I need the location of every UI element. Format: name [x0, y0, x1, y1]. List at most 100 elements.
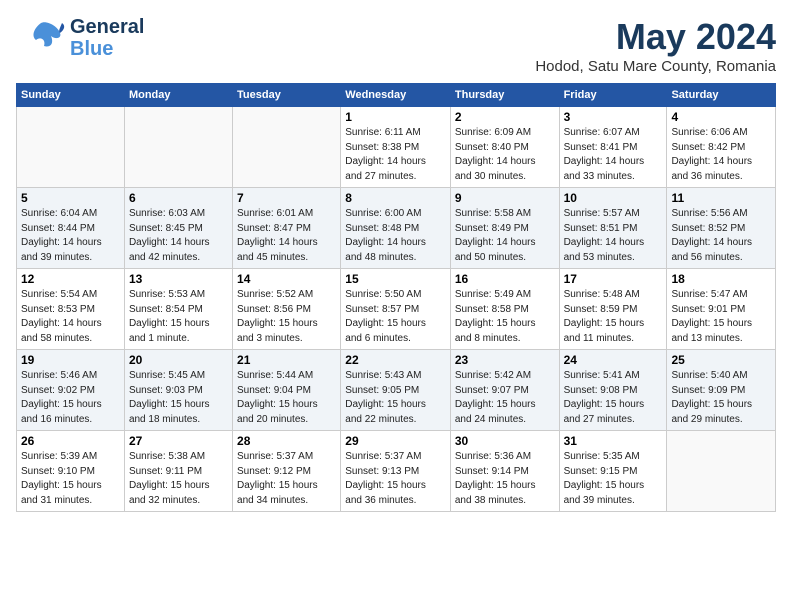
day-info: Sunrise: 5:53 AM Sunset: 8:54 PM Dayligh… [129, 288, 228, 346]
day-info: Sunrise: 5:40 AM Sunset: 9:09 PM Dayligh… [671, 369, 771, 427]
day-info: Sunrise: 5:36 AM Sunset: 9:14 PM Dayligh… [455, 450, 555, 508]
calendar-week-row: 5 Sunrise: 6:04 AM Sunset: 8:44 PM Daylig… [17, 188, 776, 269]
day-info: Sunrise: 5:50 AM Sunset: 8:57 PM Dayligh… [345, 288, 446, 346]
calendar-cell: 17 Sunrise: 5:48 AM Sunset: 8:59 PM Dayli… [559, 269, 667, 350]
day-number: 12 [21, 272, 120, 286]
day-number: 28 [237, 434, 336, 448]
day-number: 16 [455, 272, 555, 286]
day-number: 17 [564, 272, 663, 286]
calendar-cell: 5 Sunrise: 6:04 AM Sunset: 8:44 PM Daylig… [17, 188, 125, 269]
day-number: 5 [21, 191, 120, 205]
calendar-cell: 29 Sunrise: 5:37 AM Sunset: 9:13 PM Dayli… [341, 431, 451, 512]
weekday-header: Sunday [17, 84, 125, 107]
weekday-header: Friday [559, 84, 667, 107]
calendar-cell: 31 Sunrise: 5:35 AM Sunset: 9:15 PM Dayli… [559, 431, 667, 512]
day-number: 22 [345, 353, 446, 367]
day-info: Sunrise: 5:39 AM Sunset: 9:10 PM Dayligh… [21, 450, 120, 508]
calendar-cell: 11Sunrise: 5:56 AM Sunset: 8:52 PM Dayli… [667, 188, 776, 269]
day-info: Sunrise: 6:06 AM Sunset: 8:42 PM Dayligh… [671, 126, 771, 184]
day-info: Sunrise: 5:48 AM Sunset: 8:59 PM Dayligh… [564, 288, 663, 346]
day-number: 23 [455, 353, 555, 367]
day-number: 30 [455, 434, 555, 448]
day-info: Sunrise: 5:47 AM Sunset: 9:01 PM Dayligh… [671, 288, 771, 346]
weekday-header: Saturday [667, 84, 776, 107]
day-number: 8 [345, 191, 446, 205]
calendar-cell: 30 Sunrise: 5:36 AM Sunset: 9:14 PM Dayli… [450, 431, 559, 512]
day-info: Sunrise: 5:35 AM Sunset: 9:15 PM Dayligh… [564, 450, 663, 508]
calendar-cell: 9Sunrise: 5:58 AM Sunset: 8:49 PM Daylig… [450, 188, 559, 269]
day-info: Sunrise: 6:04 AM Sunset: 8:44 PM Dayligh… [21, 207, 120, 265]
calendar-cell: 16 Sunrise: 5:49 AM Sunset: 8:58 PM Dayli… [450, 269, 559, 350]
day-info: Sunrise: 5:44 AM Sunset: 9:04 PM Dayligh… [237, 369, 336, 427]
day-number: 18 [671, 272, 771, 286]
logo-general-text: General [70, 16, 144, 38]
weekday-header: Monday [124, 84, 232, 107]
day-info: Sunrise: 5:38 AM Sunset: 9:11 PM Dayligh… [129, 450, 228, 508]
calendar-cell: 1 Sunrise: 6:11 AM Sunset: 8:38 PM Daylig… [341, 107, 451, 188]
day-number: 15 [345, 272, 446, 286]
day-number: 26 [21, 434, 120, 448]
calendar-cell: 18 Sunrise: 5:47 AM Sunset: 9:01 PM Dayli… [667, 269, 776, 350]
weekday-header: Tuesday [233, 84, 341, 107]
calendar-cell: 6Sunrise: 6:03 AM Sunset: 8:45 PM Daylig… [124, 188, 232, 269]
day-number: 31 [564, 434, 663, 448]
calendar-cell: 24 Sunrise: 5:41 AM Sunset: 9:08 PM Dayli… [559, 350, 667, 431]
calendar-cell [667, 431, 776, 512]
calendar-cell: 15 Sunrise: 5:50 AM Sunset: 8:57 PM Dayli… [341, 269, 451, 350]
calendar-cell: 21 Sunrise: 5:44 AM Sunset: 9:04 PM Dayli… [233, 350, 341, 431]
day-info: Sunrise: 5:54 AM Sunset: 8:53 PM Dayligh… [21, 288, 120, 346]
logo-blue-text: Blue [70, 38, 144, 60]
calendar-cell: 26 Sunrise: 5:39 AM Sunset: 9:10 PM Dayli… [17, 431, 125, 512]
calendar-header-row: SundayMondayTuesdayWednesdayThursdayFrid… [17, 84, 776, 107]
calendar-cell [233, 107, 341, 188]
day-info: Sunrise: 5:46 AM Sunset: 9:02 PM Dayligh… [21, 369, 120, 427]
calendar-cell: 12 Sunrise: 5:54 AM Sunset: 8:53 PM Dayli… [17, 269, 125, 350]
logo: General Blue [16, 16, 144, 60]
day-info: Sunrise: 5:52 AM Sunset: 8:56 PM Dayligh… [237, 288, 336, 346]
calendar-cell: 2 Sunrise: 6:09 AM Sunset: 8:40 PM Daylig… [450, 107, 559, 188]
day-number: 10 [564, 191, 663, 205]
day-number: 2 [455, 110, 555, 124]
day-info: Sunrise: 6:01 AM Sunset: 8:47 PM Dayligh… [237, 207, 336, 265]
calendar-week-row: 19 Sunrise: 5:46 AM Sunset: 9:02 PM Dayli… [17, 350, 776, 431]
calendar-cell: 14Sunrise: 5:52 AM Sunset: 8:56 PM Dayli… [233, 269, 341, 350]
day-info: Sunrise: 5:42 AM Sunset: 9:07 PM Dayligh… [455, 369, 555, 427]
day-number: 3 [564, 110, 663, 124]
day-info: Sunrise: 5:57 AM Sunset: 8:51 PM Dayligh… [564, 207, 663, 265]
day-info: Sunrise: 6:00 AM Sunset: 8:48 PM Dayligh… [345, 207, 446, 265]
day-info: Sunrise: 5:56 AM Sunset: 8:52 PM Dayligh… [671, 207, 771, 265]
calendar-cell: 10 Sunrise: 5:57 AM Sunset: 8:51 PM Dayli… [559, 188, 667, 269]
day-number: 27 [129, 434, 228, 448]
day-number: 1 [345, 110, 446, 124]
calendar-cell: 20Sunrise: 5:45 AM Sunset: 9:03 PM Dayli… [124, 350, 232, 431]
day-info: Sunrise: 6:07 AM Sunset: 8:41 PM Dayligh… [564, 126, 663, 184]
day-number: 24 [564, 353, 663, 367]
weekday-header: Wednesday [341, 84, 451, 107]
day-number: 7 [237, 191, 336, 205]
day-number: 21 [237, 353, 336, 367]
day-number: 19 [21, 353, 120, 367]
day-info: Sunrise: 5:49 AM Sunset: 8:58 PM Dayligh… [455, 288, 555, 346]
day-number: 13 [129, 272, 228, 286]
calendar-cell: 19 Sunrise: 5:46 AM Sunset: 9:02 PM Dayli… [17, 350, 125, 431]
calendar-cell: 22Sunrise: 5:43 AM Sunset: 9:05 PM Dayli… [341, 350, 451, 431]
title-block: May 2024 Hodod, Satu Mare County, Romani… [535, 16, 776, 75]
day-info: Sunrise: 5:37 AM Sunset: 9:12 PM Dayligh… [237, 450, 336, 508]
calendar-cell: 23 Sunrise: 5:42 AM Sunset: 9:07 PM Dayli… [450, 350, 559, 431]
day-number: 20 [129, 353, 228, 367]
day-info: Sunrise: 6:09 AM Sunset: 8:40 PM Dayligh… [455, 126, 555, 184]
calendar-week-row: 26 Sunrise: 5:39 AM Sunset: 9:10 PM Dayli… [17, 431, 776, 512]
day-number: 6 [129, 191, 228, 205]
day-number: 9 [455, 191, 555, 205]
calendar-week-row: 1 Sunrise: 6:11 AM Sunset: 8:38 PM Daylig… [17, 107, 776, 188]
day-number: 25 [671, 353, 771, 367]
day-info: Sunrise: 6:11 AM Sunset: 8:38 PM Dayligh… [345, 126, 446, 184]
calendar-cell [17, 107, 125, 188]
day-number: 29 [345, 434, 446, 448]
day-info: Sunrise: 5:37 AM Sunset: 9:13 PM Dayligh… [345, 450, 446, 508]
calendar-cell: 13 Sunrise: 5:53 AM Sunset: 8:54 PM Dayli… [124, 269, 232, 350]
day-number: 4 [671, 110, 771, 124]
calendar-cell: 25 Sunrise: 5:40 AM Sunset: 9:09 PM Dayli… [667, 350, 776, 431]
calendar-cell: 7 Sunrise: 6:01 AM Sunset: 8:47 PM Daylig… [233, 188, 341, 269]
day-info: Sunrise: 5:41 AM Sunset: 9:08 PM Dayligh… [564, 369, 663, 427]
